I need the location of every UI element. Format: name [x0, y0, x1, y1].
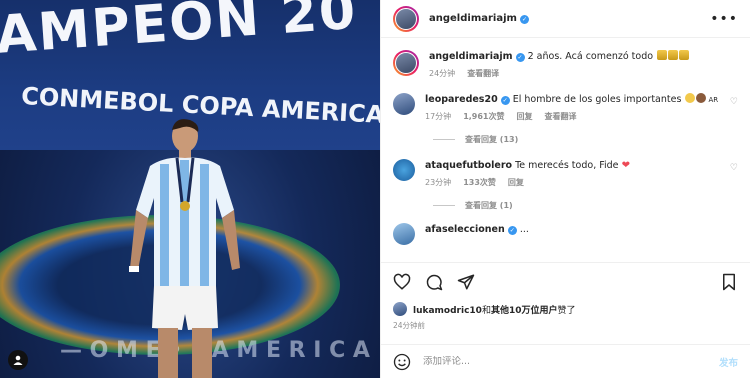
add-comment-bar: 发布: [381, 344, 750, 378]
author-username[interactable]: angeldimariajm ✓: [429, 13, 529, 24]
view-replies-label[interactable]: 查看回复 (13): [465, 134, 518, 145]
trophy-emoji-icon: [668, 50, 679, 60]
person-icon: [13, 355, 23, 365]
likes-and: 和: [481, 305, 491, 316]
clap-emoji-icon: [696, 93, 707, 103]
caption-time: 24分钟: [429, 69, 456, 78]
caption-row: angeldimariajm ✓ 2 años. Acá comenzó todo…: [393, 50, 738, 79]
author-username-text[interactable]: angeldimariajm: [429, 13, 517, 24]
translate-link[interactable]: 查看翻译: [545, 111, 577, 122]
action-bar: [381, 262, 750, 300]
post-header: angeldimariajm ✓ •••: [381, 0, 750, 38]
verified-badge-icon: ✓: [515, 53, 525, 62]
caption-translate-link[interactable]: 查看翻译: [467, 68, 499, 79]
caption-avatar[interactable]: [393, 50, 419, 76]
add-comment-input[interactable]: [423, 356, 719, 367]
commenter-avatar[interactable]: [393, 223, 415, 245]
caption-username[interactable]: angeldimariajm: [429, 51, 513, 62]
verified-badge-icon: ✓: [500, 96, 510, 105]
save-bookmark-icon[interactable]: [720, 273, 738, 291]
view-replies-toggle[interactable]: 查看回复 (13): [433, 134, 738, 145]
comment-text: Te merecés todo, Fide: [515, 160, 619, 171]
reply-link[interactable]: 回复: [517, 111, 533, 122]
commenter-username[interactable]: afaseleccionen: [425, 224, 505, 235]
like-comment-heart-icon[interactable]: ♡: [730, 163, 738, 173]
trophy-emoji-icon: [657, 50, 668, 60]
red-heart-emoji-icon: ❤: [621, 160, 630, 171]
verified-badge-icon: ✓: [519, 15, 529, 24]
comment-time: 17分钟: [425, 112, 452, 121]
reply-link[interactable]: 回复: [508, 177, 524, 188]
commenter-username[interactable]: leoparedes20: [425, 94, 498, 105]
post-comment-button[interactable]: 发布: [719, 355, 738, 369]
user-tag-icon[interactable]: [8, 350, 28, 370]
liker-avatar[interactable]: [393, 302, 407, 316]
share-send-icon[interactable]: [457, 273, 475, 291]
comment-row: leoparedes20 ✓ El hombre de los goles imp…: [393, 93, 738, 122]
likes-liked-text: 赞了: [557, 305, 576, 316]
shocked-emoji-icon: [685, 93, 696, 103]
comment-row: afaseleccionen ✓ ...: [393, 223, 738, 245]
view-replies-label[interactable]: 查看回复 (1): [465, 200, 513, 211]
author-avatar[interactable]: [393, 5, 419, 32]
comment-text: ...: [519, 224, 529, 235]
flag-label: AR: [708, 96, 719, 104]
post-panel: angeldimariajm ✓ ••• angeldimariajm ✓ 2 añ…: [380, 0, 750, 378]
comment-bubble-icon[interactable]: [425, 273, 443, 291]
comments-list[interactable]: angeldimariajm ✓ 2 años. Acá comenzó todo…: [381, 38, 750, 260]
emoji-picker-icon[interactable]: [393, 353, 411, 371]
post-photo[interactable]: AMPEÓN 20 CONMEBOL COPA AMERICA — O M E …: [0, 0, 380, 378]
like-comment-heart-icon[interactable]: ♡: [730, 97, 738, 107]
commenter-avatar[interactable]: [393, 159, 415, 181]
more-options-icon[interactable]: •••: [710, 11, 738, 27]
comment-likes[interactable]: 1,961次赞: [463, 111, 504, 122]
comment-text: El hombre de los goles importantes: [512, 94, 682, 105]
liker-username[interactable]: lukamodric10: [413, 306, 482, 316]
likes-summary[interactable]: lukamodric10和其他10万位用户赞了: [393, 302, 738, 316]
post-timestamp[interactable]: 24分钟前: [393, 320, 425, 331]
commenter-username[interactable]: ataquefutbolero: [425, 160, 512, 171]
comment-row: ataquefutbolero Te merecés todo, Fide ❤ …: [393, 159, 738, 188]
commenter-avatar[interactable]: [393, 93, 415, 115]
caption-text: 2 años. Acá comenzó todo: [527, 51, 654, 62]
view-replies-toggle[interactable]: 查看回复 (1): [433, 200, 738, 211]
likes-others-link[interactable]: 其他10万位用户: [491, 306, 558, 316]
comment-likes[interactable]: 133次赞: [463, 177, 496, 188]
like-heart-icon[interactable]: [393, 273, 411, 291]
comment-time: 23分钟: [425, 178, 452, 187]
player-figure: [129, 119, 240, 378]
trophy-emoji-icon: [679, 50, 690, 60]
verified-badge-icon: ✓: [507, 226, 517, 235]
